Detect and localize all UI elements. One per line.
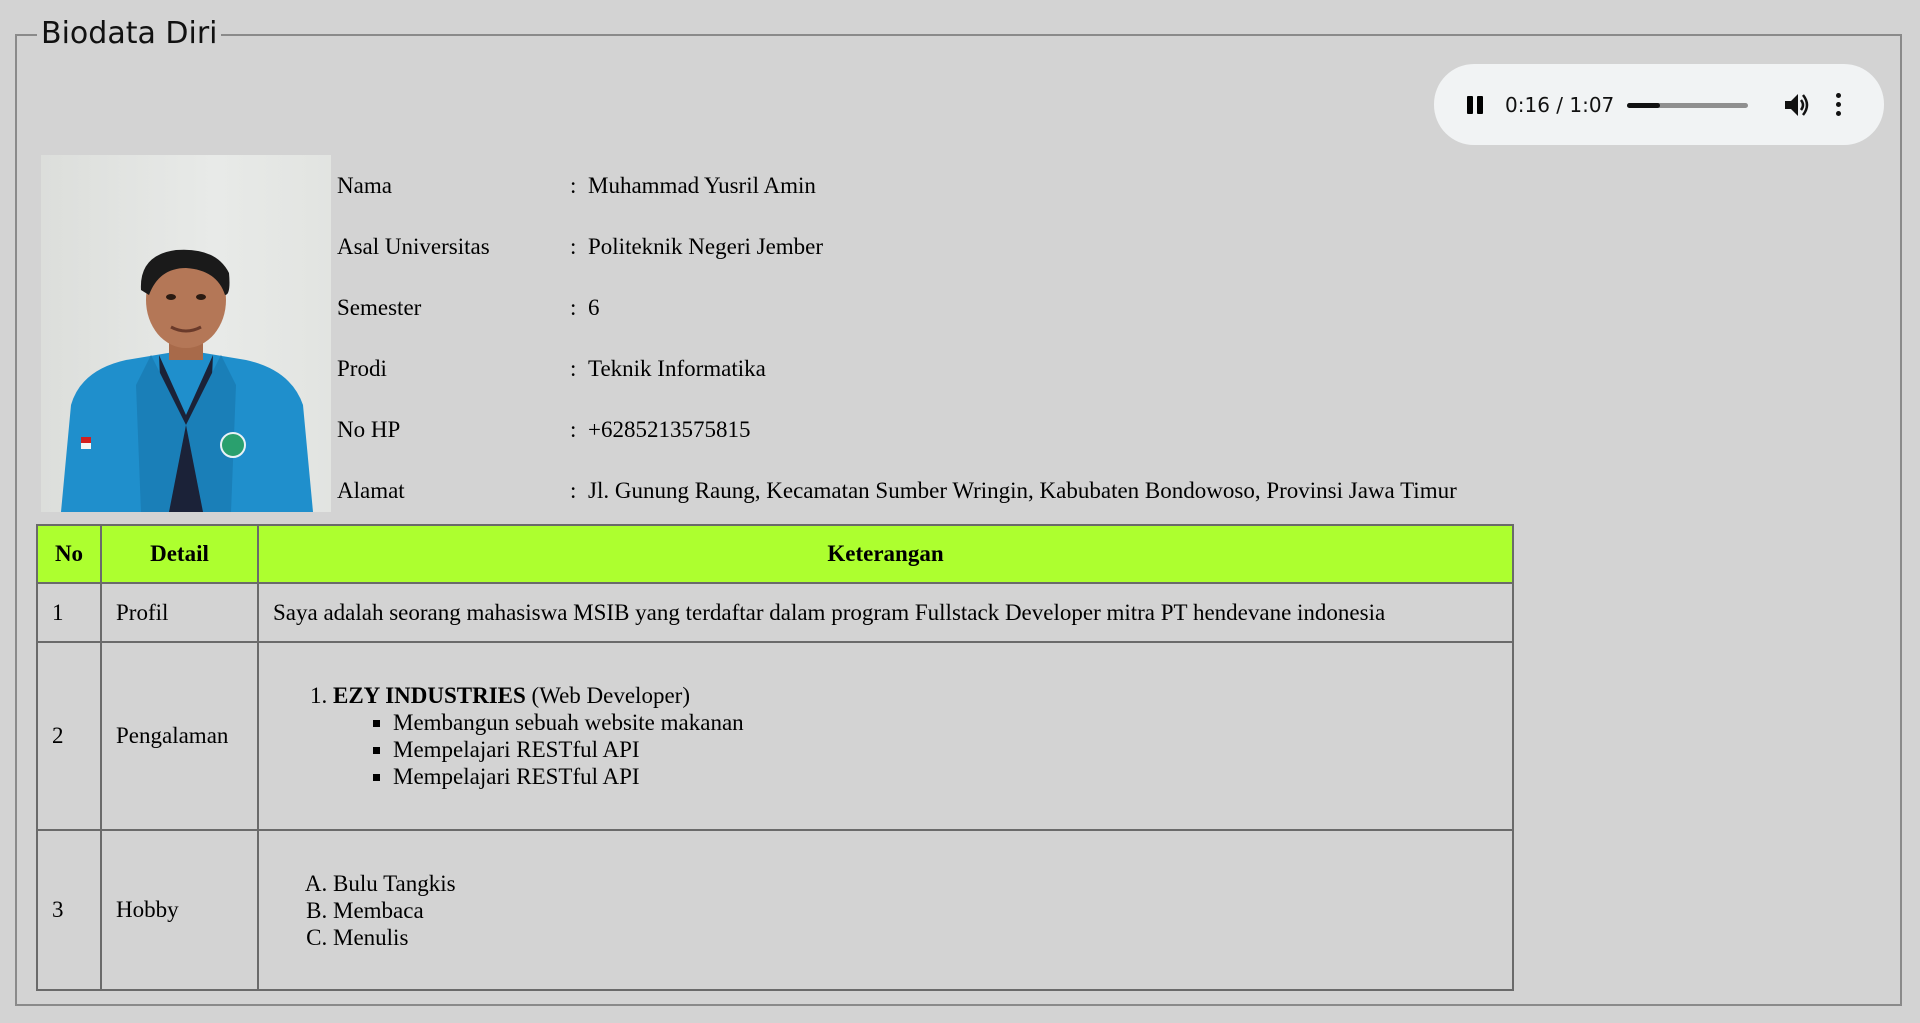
list-item: Bulu Tangkis [333,870,1498,897]
list-item: Mempelajari RESTful API [393,736,1498,763]
info-value: Politeknik Negeri Jember [588,234,824,259]
more-vert-icon[interactable] [1834,92,1844,118]
table-row: 1 Profil Saya adalah seorang mahasiswa M… [36,582,1514,643]
info-value: Teknik Informatika [588,356,766,381]
cell-no: 1 [36,582,102,643]
experience-item: EZY INDUSTRIES (Web Developer) Membangun… [333,682,1498,790]
info-colon: : [570,295,577,320]
list-item: Membangun sebuah website makanan [393,709,1498,736]
info-value: 6 [588,295,600,320]
list-item: Mempelajari RESTful API [393,763,1498,790]
info-colon: : [570,234,577,259]
table-row: 2 Pengalaman EZY INDUSTRIES (Web Develop… [36,641,1514,831]
info-colon: : [570,356,577,381]
cell-keterangan: Bulu Tangkis Membaca Menulis [257,829,1514,991]
experience-company: EZY INDUSTRIES [333,683,526,708]
info-colon: : [570,478,577,503]
info-label: Nama [337,173,392,198]
cell-detail: Hobby [100,829,259,991]
audio-progress-fill [1627,103,1660,108]
cell-detail: Pengalaman [100,641,259,831]
cell-keterangan: EZY INDUSTRIES (Web Developer) Membangun… [257,641,1514,831]
experience-tasks: Membangun sebuah website makanan Mempela… [333,709,1498,790]
experience-list: EZY INDUSTRIES (Web Developer) Membangun… [273,682,1498,790]
cell-detail: Profil [100,582,259,643]
info-label: No HP [337,417,401,442]
info-label: Alamat [337,478,405,503]
table-header-row: No Detail Keterangan [36,524,1514,584]
cell-no: 2 [36,641,102,831]
list-item: Menulis [333,924,1498,951]
header-keterangan: Keterangan [257,524,1514,584]
info-value: Jl. Gunung Raung, Kecamatan Sumber Wring… [588,478,1457,503]
header-detail: Detail [100,524,259,584]
fieldset-legend: Biodata Diri [37,14,222,54]
table-row: 3 Hobby Bulu Tangkis Membaca Menulis [36,829,1514,991]
audio-time: 0:16 / 1:07 [1505,93,1615,117]
cell-no: 3 [36,829,102,991]
experience-role: (Web Developer) [525,683,690,708]
audio-player[interactable]: 0:16 / 1:07 [1434,64,1884,145]
detail-table: No Detail Keterangan 1 Profil Saya adala… [36,524,1514,991]
info-label: Asal Universitas [337,234,490,259]
info-value: +6285213575815 [588,417,751,442]
hobby-list: Bulu Tangkis Membaca Menulis [273,870,1498,951]
volume-icon[interactable] [1782,91,1812,119]
info-colon: : [570,417,577,442]
info-label: Prodi [337,356,387,381]
header-no: No [36,524,102,584]
pause-icon[interactable] [1464,94,1486,116]
info-colon: : [570,173,577,198]
audio-progress-slider[interactable] [1627,103,1748,108]
info-label: Semester [337,295,422,320]
cell-keterangan: Saya adalah seorang mahasiswa MSIB yang … [257,582,1514,643]
list-item: Membaca [333,897,1498,924]
info-value: Muhammad Yusril Amin [588,173,816,198]
profile-photo [41,155,331,512]
